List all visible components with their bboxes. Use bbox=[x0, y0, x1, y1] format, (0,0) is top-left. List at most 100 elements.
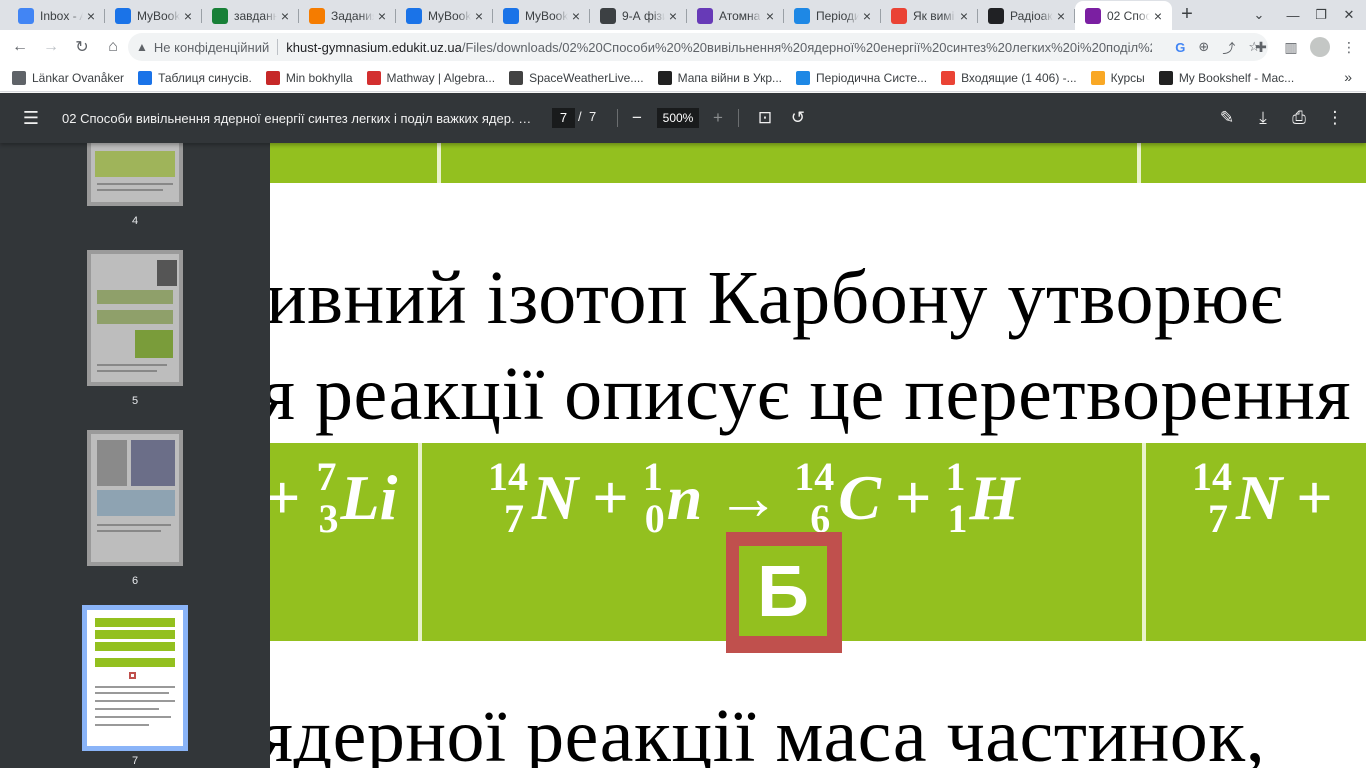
tab-close-icon[interactable]: × bbox=[471, 8, 487, 24]
bookmark-icon bbox=[988, 7, 1004, 24]
page-thumbnail-7[interactable] bbox=[82, 605, 188, 751]
tab-close-icon[interactable]: × bbox=[83, 8, 99, 24]
new-tab-button[interactable]: + bbox=[1172, 1, 1202, 30]
element-symbol: n bbox=[666, 462, 703, 533]
bookmark-item[interactable]: Курсы bbox=[1090, 70, 1145, 85]
toolbar-divider bbox=[617, 109, 618, 127]
atomic-number: 0 bbox=[644, 496, 665, 541]
browser-tab[interactable]: завдання× bbox=[202, 1, 299, 30]
tab-close-icon[interactable]: × bbox=[568, 8, 584, 24]
back-icon[interactable]: ← bbox=[6, 33, 34, 61]
fit-page-icon[interactable]: ⊡ bbox=[753, 106, 777, 130]
bookmark-label: My Bookshelf - Mac... bbox=[1178, 70, 1295, 85]
bookmark-item[interactable]: Періодична Систе... bbox=[796, 70, 927, 85]
tab-close-icon[interactable]: × bbox=[1150, 8, 1166, 24]
formula-operator: + bbox=[894, 462, 932, 533]
security-label[interactable]: Не конфіденційний bbox=[154, 40, 269, 55]
browser-tab[interactable]: MyBook × bbox=[105, 1, 202, 30]
bookmark-item[interactable]: Länkar Ovanåker bbox=[12, 70, 124, 85]
bookmarks-bar: Länkar Ovanåker Таблиця синусів. Min bokhy… bbox=[0, 64, 1366, 92]
bookmark-label: Mathway | Algebra... bbox=[386, 70, 496, 85]
url-path[interactable]: /Files/downloads/02%20Способи%20%20вивіл… bbox=[462, 40, 1152, 55]
browser-tab[interactable]: MyBook × bbox=[493, 1, 590, 30]
tab-close-icon[interactable]: × bbox=[1053, 8, 1069, 24]
browser-tab[interactable]: Задания × bbox=[299, 1, 396, 30]
browser-tab[interactable]: 02 Спосо× bbox=[1075, 1, 1172, 30]
browser-tab[interactable]: Періоди × bbox=[784, 1, 881, 30]
tab-title: 02 Спосо bbox=[1107, 8, 1150, 23]
tab-close-icon[interactable]: × bbox=[665, 8, 681, 24]
list-icon bbox=[697, 7, 713, 24]
forward-icon[interactable]: → bbox=[37, 33, 65, 61]
share-icon[interactable]: ⤴ bbox=[1222, 38, 1235, 57]
tab-title: завдання bbox=[234, 8, 277, 23]
home-icon[interactable]: ⌂ bbox=[99, 33, 127, 61]
browser-tab[interactable]: Радіоакт× bbox=[978, 1, 1075, 30]
annotate-pen-icon[interactable]: ✎ bbox=[1215, 106, 1239, 130]
pdf-page-view: ивний ізотоп Карбону утворює я реакції о… bbox=[270, 143, 1366, 768]
zoom-out-icon[interactable]: − bbox=[625, 106, 649, 130]
side-panel-icon[interactable]: ▥ bbox=[1280, 39, 1302, 56]
page-number-input[interactable]: 7 bbox=[552, 108, 575, 128]
tab-close-icon[interactable]: × bbox=[180, 8, 196, 24]
tab-close-icon[interactable]: × bbox=[277, 8, 293, 24]
url-host[interactable]: khust-gymnasium.edukit.uz.ua bbox=[286, 40, 462, 55]
bookmark-item[interactable]: Входящие (1 406) -... bbox=[941, 70, 1077, 85]
tab-title: Inbox - A bbox=[40, 8, 83, 23]
mathway-icon bbox=[366, 70, 381, 85]
formula-operator: + bbox=[1296, 462, 1333, 533]
tab-title: Атомна bbox=[719, 8, 761, 23]
formula-operator: + bbox=[270, 462, 301, 533]
bookmark-item[interactable]: Mathway | Algebra... bbox=[366, 70, 496, 85]
pdf-more-icon[interactable]: ⋮ bbox=[1323, 106, 1347, 130]
page-thumbnail-5[interactable] bbox=[87, 250, 183, 386]
profile-icon[interactable] bbox=[1310, 37, 1330, 57]
more-menu-icon[interactable]: ⋮ bbox=[1338, 39, 1360, 56]
bookmark-label: SpaceWeatherLive.... bbox=[529, 70, 644, 85]
bookmarks-overflow-icon[interactable]: » bbox=[1344, 69, 1352, 85]
element-symbol: N bbox=[1236, 462, 1283, 533]
google-lens-icon[interactable]: G bbox=[1175, 40, 1185, 55]
page-thumbnail-4[interactable] bbox=[87, 143, 183, 206]
pt-icon bbox=[796, 70, 811, 85]
tab-search-icon[interactable]: ⌄ bbox=[1248, 0, 1270, 30]
browser-tab[interactable]: Атомна × bbox=[687, 1, 784, 30]
table-divider bbox=[418, 443, 422, 641]
bookmark-item[interactable]: Мапа війни в Укр... bbox=[657, 70, 782, 85]
bookmark-item[interactable]: Min bokhylla bbox=[265, 70, 353, 85]
tab-close-icon[interactable]: × bbox=[859, 8, 875, 24]
tab-close-icon[interactable]: × bbox=[956, 8, 972, 24]
thumbnail-label: 5 bbox=[131, 395, 139, 407]
address-bar[interactable]: ▲ Не конфіденційний khust-gymnasium.eduk… bbox=[128, 33, 1268, 61]
browser-tab[interactable]: MyBook × bbox=[396, 1, 493, 30]
browser-tab[interactable]: Inbox - A × bbox=[8, 1, 105, 30]
minimize-icon[interactable]: — bbox=[1282, 0, 1304, 30]
browser-tab[interactable]: Як вимі × bbox=[881, 1, 978, 30]
map-icon bbox=[657, 70, 672, 85]
zoom-icon[interactable]: ⊕ bbox=[1198, 39, 1209, 55]
bookmark-item[interactable]: SpaceWeatherLive.... bbox=[509, 70, 644, 85]
formula-right: 14 7 N + bbox=[1192, 457, 1347, 539]
zoom-in-icon[interactable]: + bbox=[706, 106, 730, 130]
tab-title: MyBook bbox=[525, 8, 568, 23]
reload-icon[interactable]: ↻ bbox=[68, 33, 96, 61]
tab-close-icon[interactable]: × bbox=[374, 8, 390, 24]
bookmark-item[interactable]: My Bookshelf - Mac... bbox=[1158, 70, 1295, 85]
bookmark-item[interactable]: Таблиця синусів. bbox=[138, 70, 252, 85]
sine-icon bbox=[138, 70, 153, 85]
browser-tab[interactable]: 9-А фізи × bbox=[590, 1, 687, 30]
rotate-icon[interactable]: ↺ bbox=[786, 106, 810, 130]
page-thumbnail-6[interactable] bbox=[87, 430, 183, 566]
print-icon[interactable]: ⎙ bbox=[1287, 106, 1311, 130]
extensions-icon[interactable]: ✚ bbox=[1250, 39, 1272, 56]
tab-strip: Inbox - A×MyBook×завдання×Задания×MyBook… bbox=[0, 0, 1366, 30]
zoom-level-input[interactable]: 500% bbox=[657, 108, 699, 128]
tab-title: MyBook bbox=[428, 8, 471, 23]
restore-icon[interactable]: ❐ bbox=[1310, 0, 1332, 30]
tab-close-icon[interactable]: × bbox=[762, 8, 778, 24]
warning-icon[interactable]: ▲ bbox=[136, 40, 148, 54]
element-symbol: C bbox=[838, 462, 881, 533]
download-icon[interactable]: ⤓ bbox=[1251, 106, 1275, 130]
sidebar-menu-icon[interactable]: ☰ bbox=[0, 108, 62, 129]
close-window-icon[interactable]: ✕ bbox=[1338, 0, 1360, 30]
